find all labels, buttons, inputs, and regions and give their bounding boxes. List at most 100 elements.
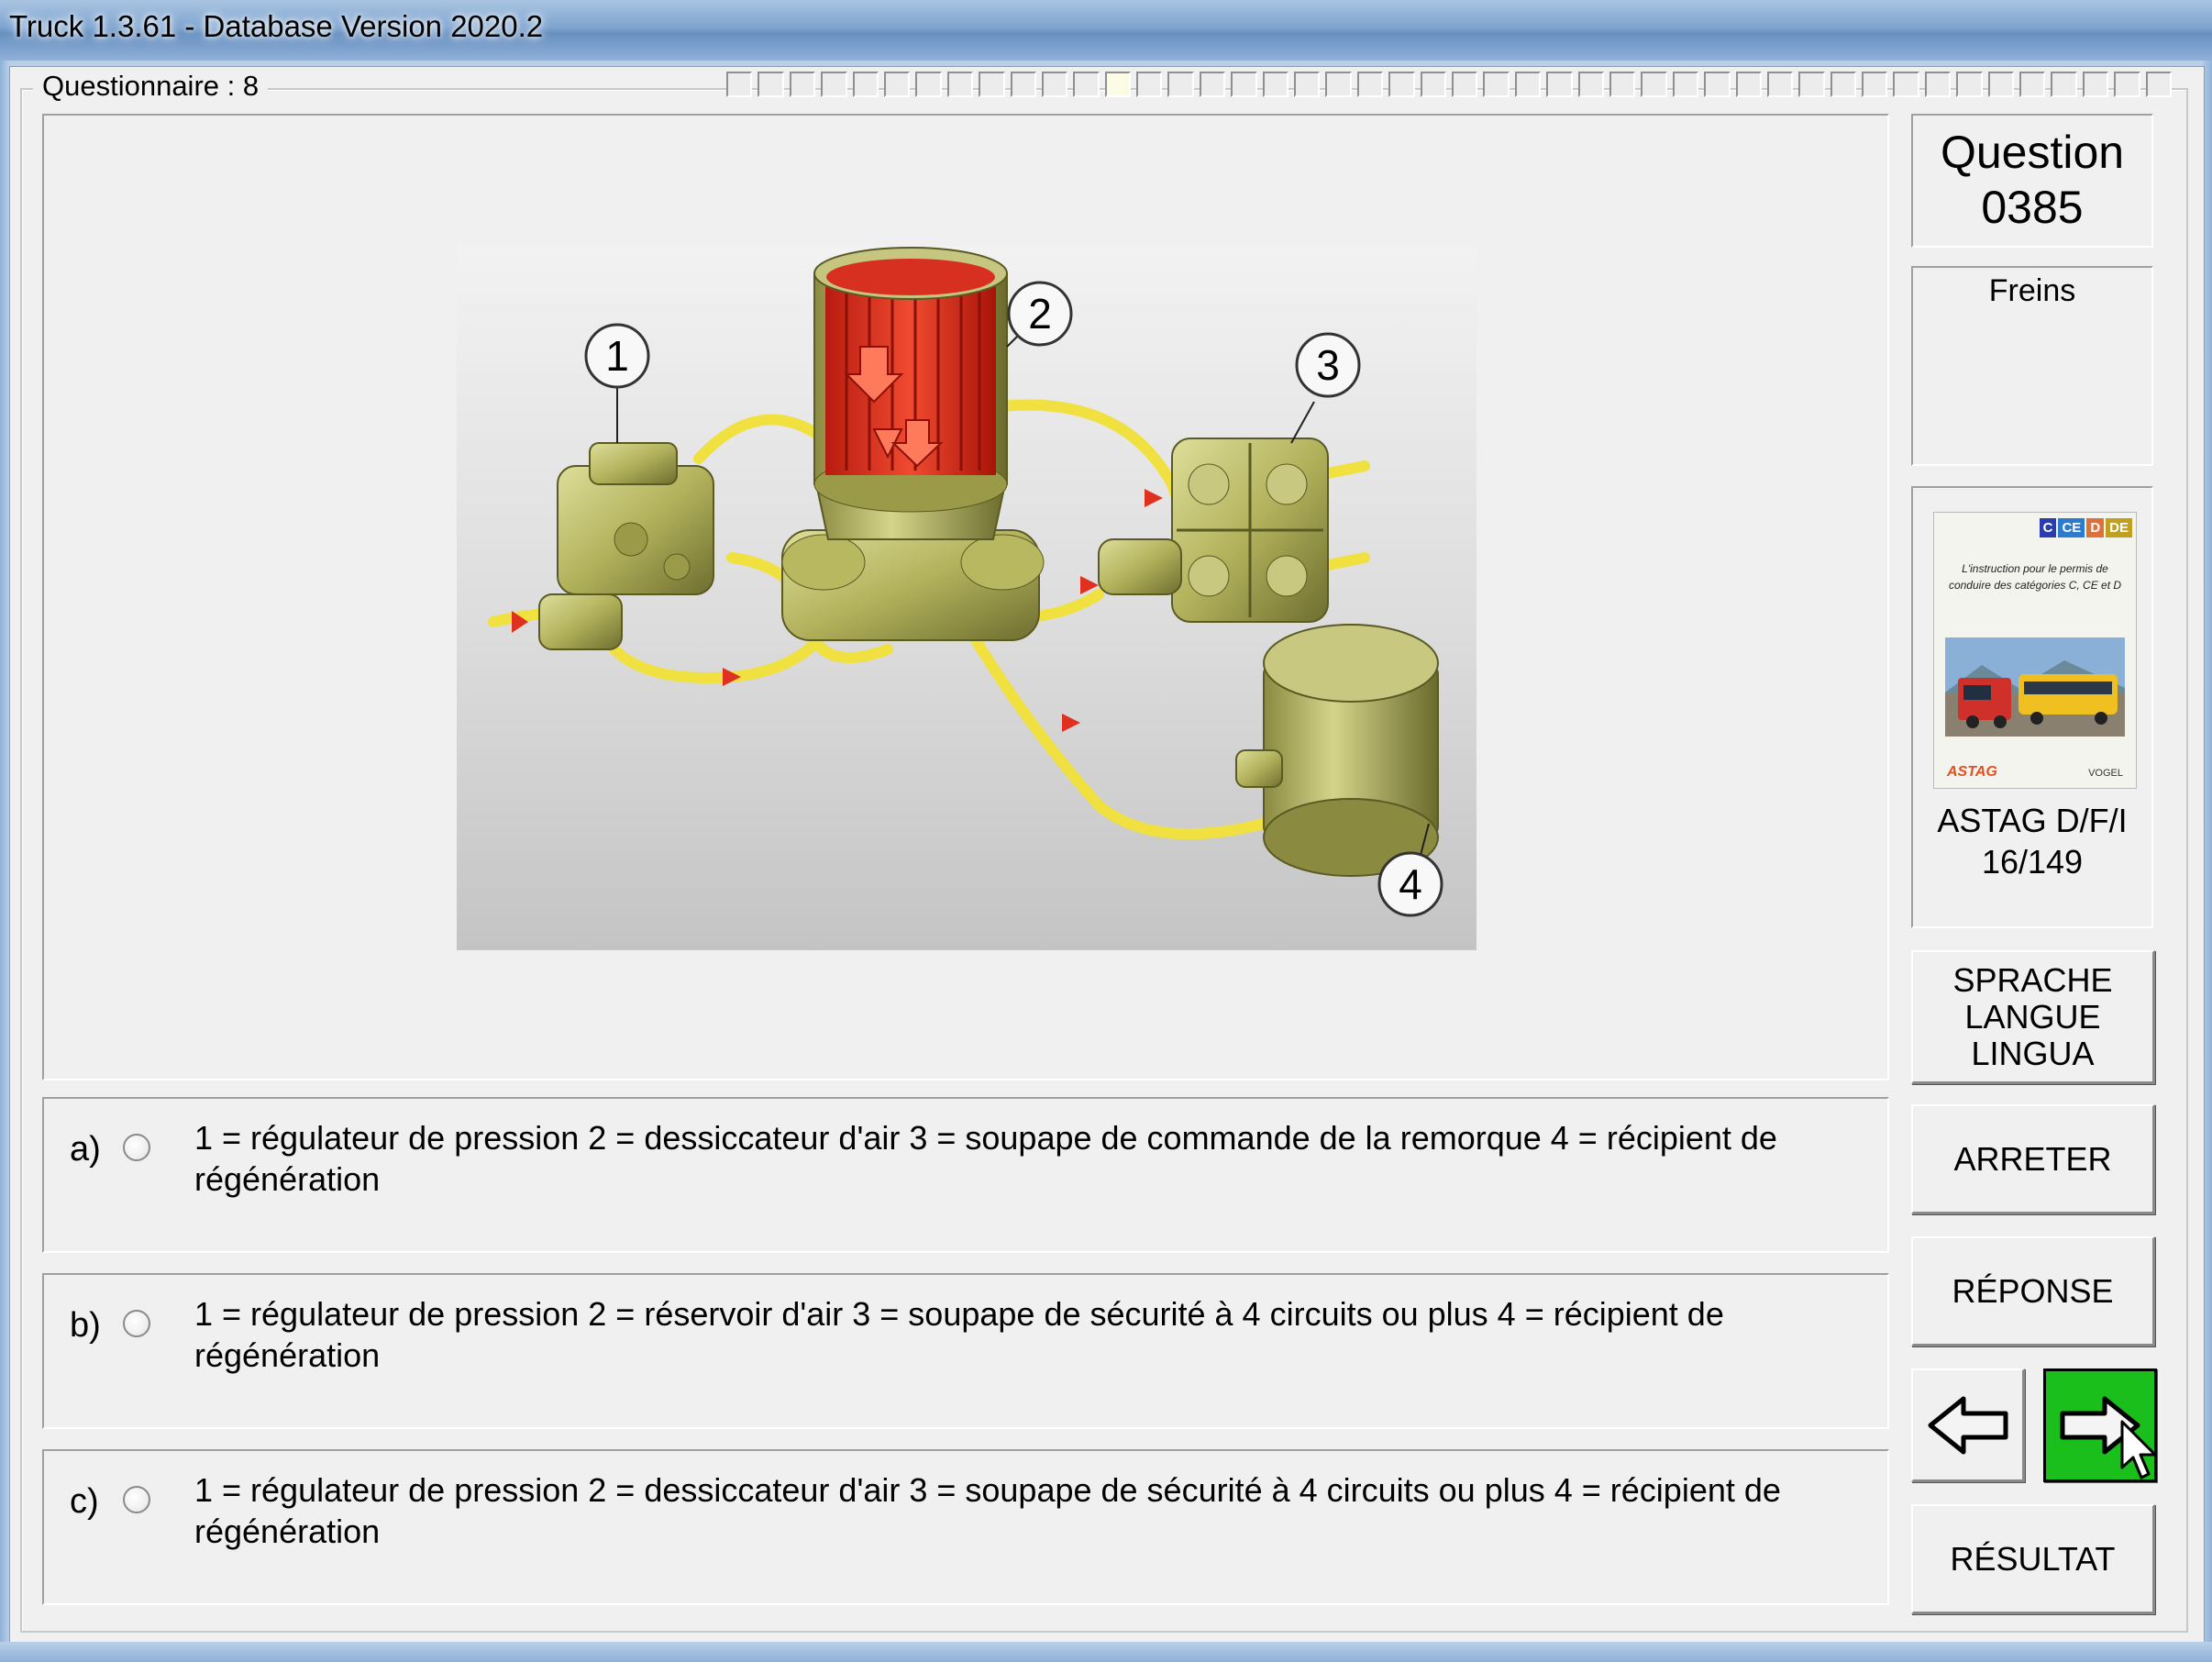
progress-segment [1388, 72, 1415, 97]
progress-segment [1798, 72, 1825, 97]
progress-segment [946, 72, 974, 97]
question-label: Question [1940, 127, 2125, 178]
answer-c-text: 1 = régulateur de pression 2 = dessiccat… [194, 1471, 1781, 1550]
window-title: Truck 1.3.61 - Database Version 2020.2 [9, 9, 544, 43]
progress-segment [2082, 72, 2109, 97]
progress-segment [1672, 72, 1699, 97]
answer-c-letter: c) [70, 1482, 99, 1521]
progress-segment [1893, 72, 1919, 97]
question-number-box: Question 0385 [1911, 114, 2153, 248]
language-button[interactable]: SPRACHE LANGUE LINGUA [1911, 950, 2155, 1084]
progress-segment [1830, 72, 1857, 97]
progress-segment [1577, 72, 1604, 97]
diagram-illustration: 1 2 3 4 [457, 246, 1477, 950]
book-truck-photo [1945, 637, 2125, 737]
brake-system-diagram: 1 2 3 4 [457, 246, 1477, 950]
progress-segment [1325, 72, 1352, 97]
language-label-fr: LANGUE [1964, 997, 2101, 1036]
answer-c-radio[interactable] [123, 1486, 150, 1513]
progress-indicator [726, 72, 2172, 99]
progress-segment [726, 72, 753, 97]
book-page-reference: 16/149 [1981, 843, 2084, 881]
callout-4-label: 4 [1399, 860, 1422, 908]
progress-segment [1041, 72, 1068, 97]
book-title: ASTAG D/F/I [1937, 802, 2128, 839]
progress-segment [2114, 72, 2140, 97]
category-box: Freins [1911, 266, 2153, 466]
progress-segment [1073, 72, 1100, 97]
progress-segment [1294, 72, 1321, 97]
progress-segment [821, 72, 847, 97]
book-category-tags: C CE D DE [2039, 518, 2132, 537]
progress-segment [1167, 72, 1194, 97]
result-button[interactable]: RÉSULTAT [1911, 1504, 2155, 1614]
answer-a-letter: a) [70, 1130, 101, 1169]
window-bottom-border [0, 1642, 2212, 1662]
mouse-pointer-icon [2120, 1420, 2157, 1479]
regeneration-reservoir-component [1235, 624, 1439, 877]
category-label: Freins [1988, 273, 2076, 308]
progress-segment [1262, 72, 1289, 97]
book-tag: CE [2058, 518, 2085, 537]
progress-segment [1231, 72, 1257, 97]
progress-segment [1514, 72, 1542, 97]
show-answer-button[interactable]: RÉPONSE [1911, 1236, 2155, 1346]
progress-segment [1483, 72, 1510, 97]
language-label-it: LINGUA [1971, 1034, 2095, 1072]
answer-b-letter: b) [70, 1306, 101, 1345]
progress-segment [758, 72, 784, 97]
book-tag: DE [2106, 518, 2132, 537]
book-publisher-logo: ASTAG [1947, 764, 1997, 780]
answer-b-text: 1 = régulateur de pression 2 = réservoir… [194, 1295, 1724, 1374]
questionnaire-label: Questionnaire : 8 [33, 70, 269, 103]
progress-segment [1924, 72, 1952, 97]
book-tag: C [2039, 518, 2057, 537]
answer-option-b[interactable]: b) 1 = régulateur de pression 2 = réserv… [42, 1273, 1889, 1429]
progress-segment [1356, 72, 1384, 97]
progress-segment [852, 72, 879, 97]
progress-segment [1704, 72, 1731, 97]
progress-segment [979, 72, 1005, 97]
progress-segment [1010, 72, 1036, 97]
progress-segment [883, 72, 911, 97]
answer-a-radio[interactable] [123, 1134, 150, 1161]
reference-book-box: C CE D DE L'instruction pour le permis de c… [1911, 486, 2153, 928]
progress-segment [1735, 72, 1762, 97]
answer-a-text: 1 = régulateur de pression 2 = dessiccat… [194, 1119, 1777, 1198]
progress-segment [2145, 72, 2172, 97]
book-tag: D [2086, 518, 2105, 537]
answer-b-radio[interactable] [123, 1310, 150, 1337]
callout-2: 2 [1006, 281, 1073, 348]
question-number: 0385 [1981, 182, 2084, 233]
progress-segment [1641, 72, 1667, 97]
progress-segment [789, 72, 816, 97]
progress-segment [1199, 72, 1226, 97]
progress-segment [1451, 72, 1478, 97]
callout-1-label: 1 [605, 332, 629, 380]
progress-segment [1136, 72, 1163, 97]
title-bar: Truck 1.3.61 - Database Version 2020.2 [0, 0, 2212, 61]
progress-segment [1956, 72, 1983, 97]
book-cover-text: L'instruction pour le permis de conduire… [1948, 562, 2122, 592]
answer-option-a[interactable]: a) 1 = régulateur de pression 2 = dessic… [42, 1097, 1889, 1253]
progress-segment [1609, 72, 1636, 97]
previous-question-button[interactable] [1911, 1368, 2025, 1482]
callout-2-label: 2 [1028, 290, 1052, 338]
progress-segment [1987, 72, 2015, 97]
progress-segment [1766, 72, 1794, 97]
progress-segment [2019, 72, 2046, 97]
progress-segment [1546, 72, 1573, 97]
progress-segment [2051, 72, 2077, 97]
progress-segment-current [1104, 72, 1132, 97]
arrow-left-icon [1928, 1396, 2007, 1454]
book-publisher-logo-2: VOGEL [2088, 768, 2123, 779]
language-label-de: SPRACHE [1952, 960, 2113, 999]
callout-3-label: 3 [1316, 341, 1340, 389]
answer-option-c[interactable]: c) 1 = régulateur de pression 2 = dessic… [42, 1449, 1889, 1605]
book-cover-image: C CE D DE L'instruction pour le permis de c… [1933, 512, 2137, 789]
air-dryer-component [781, 247, 1045, 641]
progress-segment [1862, 72, 1888, 97]
stop-button[interactable]: ARRETER [1911, 1104, 2155, 1214]
progress-segment [915, 72, 942, 97]
progress-segment [1420, 72, 1446, 97]
